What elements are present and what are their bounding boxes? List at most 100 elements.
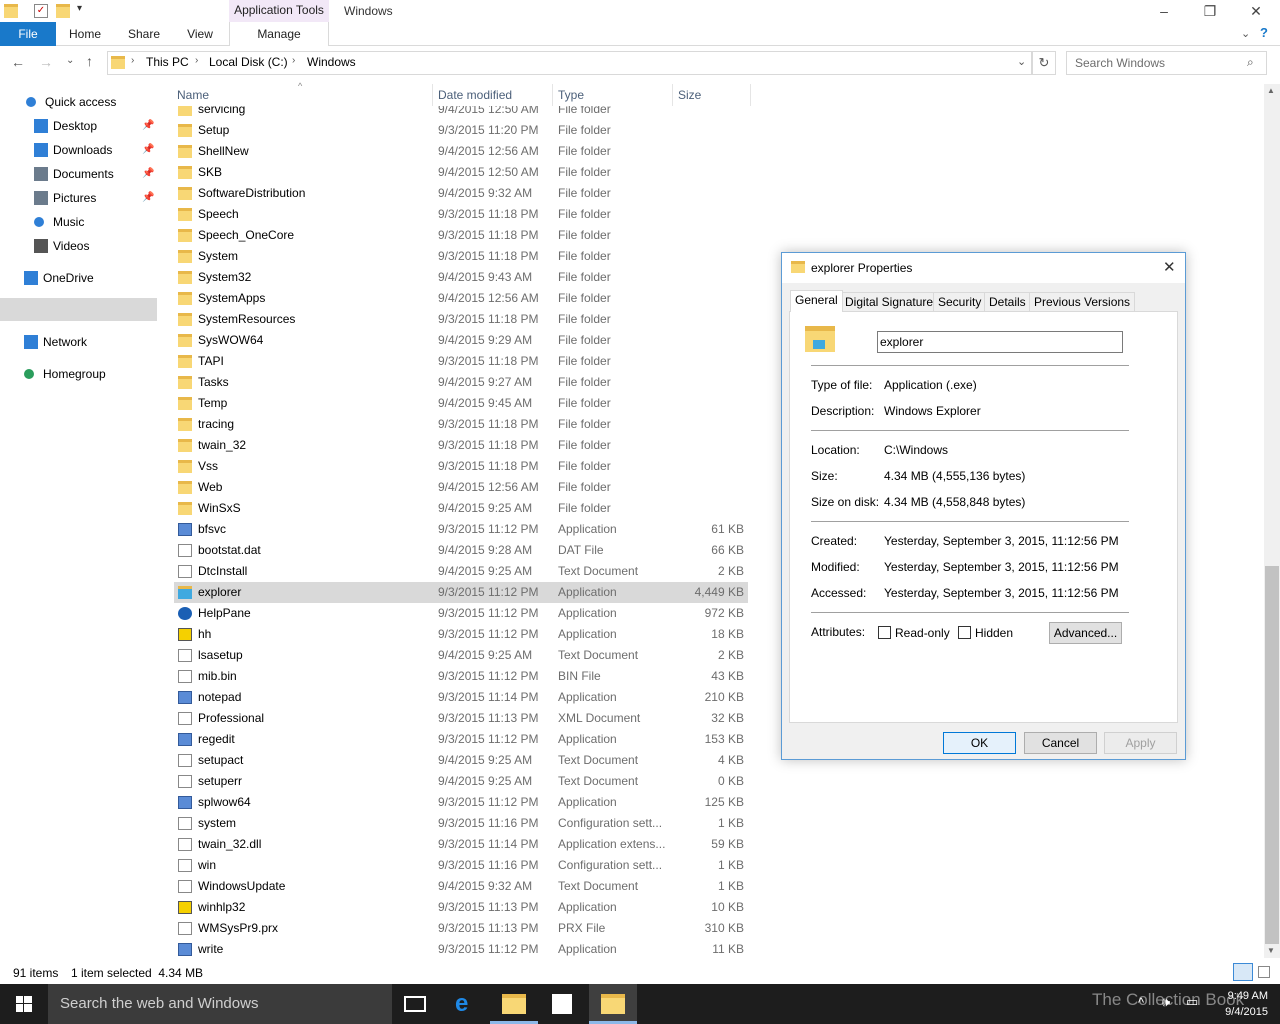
file-row[interactable]: setupact 9/4/2015 9:25 AM Text Document 4 K… <box>174 750 748 771</box>
apply-button[interactable]: Apply <box>1104 732 1177 754</box>
file-row[interactable]: Web 9/4/2015 12:56 AM File folder <box>174 477 748 498</box>
file-row[interactable]: WinSxS 9/4/2015 9:25 AM File folder <box>174 498 748 519</box>
file-row[interactable]: splwow64 9/3/2015 11:12 PM Application 125 … <box>174 792 748 813</box>
expand-ribbon-icon[interactable]: ⌄ <box>1241 27 1250 40</box>
file-row[interactable]: bfsvc 9/3/2015 11:12 PM Application 61 KB <box>174 519 748 540</box>
file-row[interactable]: System32 9/4/2015 9:43 AM File folder <box>174 267 748 288</box>
file-row[interactable]: mib.bin 9/3/2015 11:12 PM BIN File 43 KB <box>174 666 748 687</box>
file-row[interactable]: notepad 9/3/2015 11:14 PM Application 210 K… <box>174 687 748 708</box>
details-view-icon[interactable] <box>1233 963 1253 981</box>
file-row[interactable]: Temp 9/4/2015 9:45 AM File folder <box>174 393 748 414</box>
file-explorer-icon[interactable] <box>502 994 526 1014</box>
tab-previous-versions[interactable]: Previous Versions <box>1029 292 1136 311</box>
cancel-button[interactable]: Cancel <box>1024 732 1097 754</box>
search-input[interactable]: Search Windows <box>1066 51 1267 75</box>
read-only-checkbox[interactable] <box>878 626 891 639</box>
column-divider[interactable] <box>432 84 433 106</box>
chevron-up-icon[interactable]: ^ <box>1138 995 1144 1010</box>
file-row[interactable]: winhlp32 9/3/2015 11:13 PM Application 10 K… <box>174 897 748 918</box>
task-view-icon[interactable] <box>404 996 426 1012</box>
file-row[interactable]: regedit 9/3/2015 11:12 PM Application 153 K… <box>174 729 748 750</box>
recent-locations-icon[interactable]: ⌄ <box>66 55 74 66</box>
customize-quick-access-icon[interactable]: ▾ <box>77 3 82 14</box>
file-row[interactable]: Tasks 9/4/2015 9:27 AM File folder <box>174 372 748 393</box>
properties-icon[interactable]: ✓ <box>34 4 48 18</box>
refresh-icon[interactable]: ↻ <box>1032 51 1056 75</box>
file-row[interactable]: ShellNew 9/4/2015 12:56 AM File folder <box>174 141 748 162</box>
column-divider[interactable] <box>672 84 673 106</box>
help-icon[interactable]: ? <box>1260 25 1268 40</box>
file-explorer-icon[interactable] <box>601 994 625 1014</box>
file-row[interactable]: SysWOW64 9/4/2015 9:29 AM File folder <box>174 330 748 351</box>
tab-view[interactable]: View <box>180 22 220 46</box>
scrollbar-thumb[interactable] <box>1265 566 1279 944</box>
forward-arrow-icon[interactable]: → <box>39 54 53 70</box>
file-row[interactable]: Speech 9/3/2015 11:18 PM File folder <box>174 204 748 225</box>
tab-share[interactable]: Share <box>122 22 166 46</box>
column-name[interactable]: Name <box>177 88 209 102</box>
tab-digital-signatures[interactable]: Digital Signatures <box>840 292 945 311</box>
file-row[interactable]: write 9/3/2015 11:12 PM Application 11 KB <box>174 939 748 958</box>
column-date-modified[interactable]: Date modified <box>438 88 512 102</box>
tab-general[interactable]: General <box>790 290 843 312</box>
file-name-field[interactable]: explorer <box>877 331 1123 353</box>
file-row[interactable]: explorer 9/3/2015 11:12 PM Application 4,44… <box>174 582 748 603</box>
file-row[interactable]: tracing 9/3/2015 11:18 PM File folder <box>174 414 748 435</box>
file-row[interactable]: TAPI 9/3/2015 11:18 PM File folder <box>174 351 748 372</box>
close-button[interactable]: ✕ <box>1233 0 1279 24</box>
file-row[interactable]: DtcInstall 9/4/2015 9:25 AM Text Document 2… <box>174 561 748 582</box>
new-folder-icon[interactable] <box>56 4 70 18</box>
file-row[interactable]: system 9/3/2015 11:16 PM Configuration set… <box>174 813 748 834</box>
minimize-button[interactable]: – <box>1141 0 1187 24</box>
tab-security[interactable]: Security <box>933 292 987 311</box>
scroll-up-icon[interactable]: ▲ <box>1267 86 1275 95</box>
column-type[interactable]: Type <box>558 88 584 102</box>
breadcrumb-local-disk[interactable]: Local Disk (C:) <box>209 55 288 69</box>
column-divider[interactable] <box>552 84 553 106</box>
tab-manage[interactable]: Manage <box>229 22 329 46</box>
file-row[interactable]: SKB 9/4/2015 12:50 AM File folder <box>174 162 748 183</box>
up-arrow-icon[interactable]: ↑ <box>86 53 93 69</box>
file-row[interactable]: setuperr 9/4/2015 9:25 AM Text Document 0 K… <box>174 771 748 792</box>
column-divider[interactable] <box>750 84 751 106</box>
file-row[interactable]: SystemApps 9/4/2015 12:56 AM File folder <box>174 288 748 309</box>
file-row[interactable]: lsasetup 9/4/2015 9:25 AM Text Document 2 K… <box>174 645 748 666</box>
file-row[interactable]: Vss 9/3/2015 11:18 PM File folder <box>174 456 748 477</box>
column-size[interactable]: Size <box>678 88 701 102</box>
file-row[interactable]: twain_32.dll 9/3/2015 11:14 PM Application… <box>174 834 748 855</box>
file-row[interactable]: Setup 9/3/2015 11:20 PM File folder <box>174 120 748 141</box>
edge-browser-icon[interactable]: e <box>455 992 479 1016</box>
store-icon[interactable] <box>552 994 572 1014</box>
tab-home[interactable]: Home <box>62 22 108 46</box>
file-row[interactable]: WMSysPr9.prx 9/3/2015 11:13 PM PRX File 310… <box>174 918 748 939</box>
ok-button[interactable]: OK <box>943 732 1016 754</box>
breadcrumb-this-pc[interactable]: This PC <box>146 55 189 69</box>
volume-icon[interactable]: 🕪 <box>1162 994 1170 1010</box>
maximize-button[interactable]: ❐ <box>1187 0 1233 24</box>
tab-file[interactable]: File <box>0 22 56 46</box>
file-row[interactable]: twain_32 9/3/2015 11:18 PM File folder <box>174 435 748 456</box>
file-row[interactable]: System 9/3/2015 11:18 PM File folder <box>174 246 748 267</box>
file-row[interactable]: hh 9/3/2015 11:12 PM Application 18 KB <box>174 624 748 645</box>
taskbar-search-box[interactable]: Search the web and Windows <box>48 984 392 1024</box>
advanced-button[interactable]: Advanced... <box>1049 622 1122 644</box>
file-row[interactable]: HelpPane 9/3/2015 11:12 PM Application 972 … <box>174 603 748 624</box>
dialog-close-icon[interactable]: ✕ <box>1163 258 1176 276</box>
clock[interactable]: 9:49 AM 9/4/2015 <box>1225 988 1268 1020</box>
windows-start-icon[interactable] <box>16 996 32 1012</box>
file-row[interactable]: Professional 9/3/2015 11:13 PM XML Documen… <box>174 708 748 729</box>
file-row[interactable]: bootstat.dat 9/4/2015 9:28 AM DAT File 66 K… <box>174 540 748 561</box>
hidden-checkbox[interactable] <box>958 626 971 639</box>
tab-details[interactable]: Details <box>984 292 1031 311</box>
file-row[interactable]: WindowsUpdate 9/4/2015 9:32 AM Text Docume… <box>174 876 748 897</box>
address-dropdown-icon[interactable]: ⌄ <box>1017 55 1026 68</box>
file-row[interactable]: win 9/3/2015 11:16 PM Configuration sett..… <box>174 855 748 876</box>
large-icons-view-icon[interactable] <box>1258 966 1270 978</box>
notification-icon[interactable]: ▭ <box>1186 994 1198 1010</box>
file-row[interactable]: SystemResources 9/3/2015 11:18 PM File fol… <box>174 309 748 330</box>
file-row[interactable]: SoftwareDistribution 9/4/2015 9:32 AM File… <box>174 183 748 204</box>
file-row[interactable]: Speech_OneCore 9/3/2015 11:18 PM File fold… <box>174 225 748 246</box>
breadcrumb-windows[interactable]: Windows <box>307 55 356 69</box>
scroll-down-icon[interactable]: ▼ <box>1267 946 1275 955</box>
back-arrow-icon[interactable]: ← <box>11 54 25 70</box>
